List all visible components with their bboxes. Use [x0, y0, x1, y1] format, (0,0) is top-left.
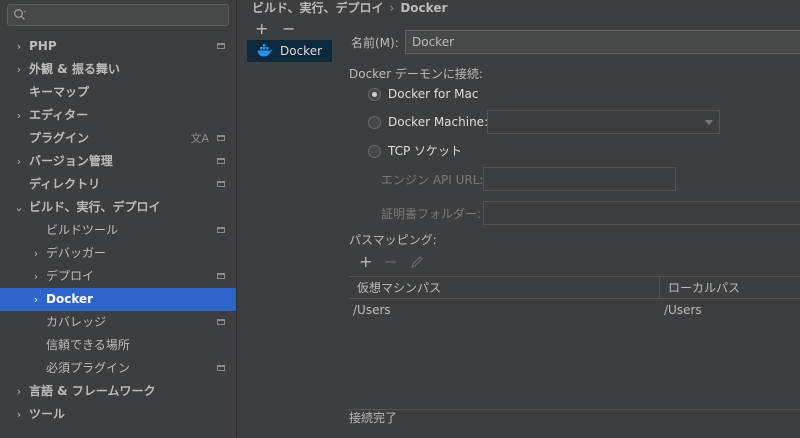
path-mapping-toolbar: + −	[349, 251, 800, 275]
sidebar-item[interactable]: › エディター	[0, 104, 236, 127]
docker-machine-select[interactable]	[487, 110, 720, 134]
chevron-right-icon[interactable]: ›	[13, 35, 25, 58]
sidebar-item-label: 必須プラグイン	[46, 361, 131, 375]
project-scope-icon	[217, 227, 225, 233]
server-list: Docker	[247, 40, 332, 438]
sidebar-item-label: ビルドツール	[46, 223, 119, 237]
sidebar-item[interactable]: キーマップ	[0, 81, 236, 104]
engine-url-label: エンジン API URL:	[381, 173, 484, 187]
project-scope-icon	[217, 43, 225, 49]
sidebar-item[interactable]: › 外観 & 振る舞い	[0, 58, 236, 81]
engine-url-input[interactable]	[483, 167, 676, 191]
sidebar-item-label: プラグイン	[29, 131, 90, 145]
radio-docker-for-mac[interactable]	[368, 88, 381, 101]
sidebar-item[interactable]: ビルドツール	[0, 219, 236, 242]
breadcrumb-current: Docker	[400, 1, 448, 15]
server-list-item-docker[interactable]: Docker	[247, 40, 332, 62]
path-mapping-table: 仮想マシンパス ローカルパス /Users /Users	[349, 276, 800, 410]
sidebar-item-label: バージョン管理	[29, 154, 113, 168]
sidebar-item[interactable]: ⌄ ビルド、実行、デプロイ	[0, 196, 236, 219]
settings-tree: › PHP › 外観 & 振る舞い キーマップ › エディタープラグイン 文A › バージョン管理…	[0, 35, 236, 426]
sidebar-item-label: カバレッジ	[46, 315, 107, 329]
chevron-right-icon[interactable]: ›	[30, 242, 42, 265]
name-input[interactable]: Docker	[405, 30, 800, 54]
connect-label: Docker デーモンに接続:	[349, 67, 483, 81]
path-mapping-label: パスマッピング:	[349, 233, 437, 247]
sidebar-item[interactable]: プラグイン 文A	[0, 127, 236, 150]
sidebar-item[interactable]: 必須プラグイン	[0, 357, 236, 380]
sidebar-item-label: 信頼できる場所	[46, 338, 130, 352]
chevron-right-icon[interactable]: ›	[13, 403, 25, 426]
add-server-button[interactable]: +	[255, 19, 268, 39]
remove-server-button[interactable]: −	[282, 19, 295, 39]
breadcrumb-parent[interactable]: ビルド、実行、デプロイ	[252, 1, 384, 15]
sidebar-item[interactable]: › デバッガー	[0, 242, 236, 265]
add-mapping-button[interactable]: +	[359, 251, 372, 273]
connection-status: 接続完了	[349, 411, 398, 425]
project-scope-icon	[217, 365, 225, 371]
settings-sidebar: › PHP › 外観 & 振る舞い キーマップ › エディタープラグイン 文A › バージョン管理…	[0, 0, 237, 438]
chevron-right-icon[interactable]: ›	[30, 265, 42, 288]
project-scope-icon	[217, 273, 225, 279]
edit-pencil-icon[interactable]	[410, 255, 424, 269]
cert-folder-input[interactable]	[483, 201, 800, 225]
chevron-right-icon[interactable]: ›	[13, 150, 25, 173]
docker-settings-panel: ビルド、実行、デプロイ › Docker + − Docker 名前(M): Doc…	[237, 0, 800, 438]
radio-docker-machine[interactable]	[368, 116, 381, 129]
sidebar-item-label: 外観 & 振る舞い	[29, 62, 120, 76]
sidebar-item-label: デプロイ	[46, 269, 95, 283]
remove-mapping-button[interactable]: −	[384, 251, 397, 273]
translate-icon: 文A	[190, 132, 209, 145]
sidebar-item-label: 言語 & フレームワーク	[29, 384, 156, 398]
sidebar-item[interactable]: カバレッジ	[0, 311, 236, 334]
server-name: Docker	[280, 44, 323, 58]
project-scope-icon	[217, 135, 225, 141]
tcp-socket-label[interactable]: TCP ソケット	[388, 143, 462, 159]
sidebar-item[interactable]: › デプロイ	[0, 265, 236, 288]
docker-for-mac-label[interactable]: Docker for Mac	[388, 86, 478, 102]
chevron-right-icon[interactable]: ›	[30, 288, 42, 311]
chevron-right-icon[interactable]: ›	[13, 104, 25, 127]
chevron-down-icon[interactable]: ⌄	[13, 196, 25, 219]
project-scope-icon	[217, 158, 225, 164]
search-icon	[14, 9, 26, 20]
column-header-local-path[interactable]: ローカルパス	[660, 277, 800, 299]
sidebar-item-label: エディター	[29, 108, 89, 122]
cert-folder-label: 証明書フォルダー:	[381, 207, 482, 221]
sidebar-item[interactable]: ディレクトリ	[0, 173, 236, 196]
sidebar-item-label: ツール	[29, 407, 66, 421]
sidebar-item[interactable]: › PHP	[0, 35, 236, 58]
chevron-right-icon[interactable]: ›	[13, 58, 25, 81]
radio-tcp-socket[interactable]	[368, 145, 381, 158]
project-scope-icon	[217, 319, 225, 325]
settings-search-input[interactable]	[7, 4, 229, 26]
docker-machine-label[interactable]: Docker Machine:	[388, 114, 488, 130]
column-header-virtual-path[interactable]: 仮想マシンパス	[349, 277, 659, 299]
sidebar-item[interactable]: › バージョン管理	[0, 150, 236, 173]
sidebar-item-label: キーマップ	[29, 85, 90, 99]
cell-virtual-path: /Users	[353, 303, 391, 317]
project-scope-icon	[217, 181, 225, 187]
sidebar-item-label: PHP	[29, 39, 57, 53]
chevron-down-icon	[705, 120, 713, 125]
breadcrumb-separator: ›	[389, 1, 395, 15]
sidebar-item-label: Docker	[46, 292, 94, 306]
sidebar-item-label: デバッガー	[46, 246, 107, 260]
name-value: Docker	[412, 35, 455, 49]
docker-whale-icon	[257, 44, 273, 57]
chevron-right-icon[interactable]: ›	[13, 380, 25, 403]
breadcrumb: ビルド、実行、デプロイ › Docker	[252, 0, 447, 16]
sidebar-item-label: ビルド、実行、デプロイ	[29, 200, 161, 214]
sidebar-item[interactable]: 信頼できる場所	[0, 334, 236, 357]
sidebar-item[interactable]: › Docker	[0, 288, 236, 311]
sidebar-item-label: ディレクトリ	[29, 177, 101, 191]
sidebar-item[interactable]: › ツール	[0, 403, 236, 426]
cell-local-path: /Users	[664, 303, 702, 317]
name-label: 名前(M):	[351, 36, 399, 50]
sidebar-item[interactable]: › 言語 & フレームワーク	[0, 380, 236, 403]
